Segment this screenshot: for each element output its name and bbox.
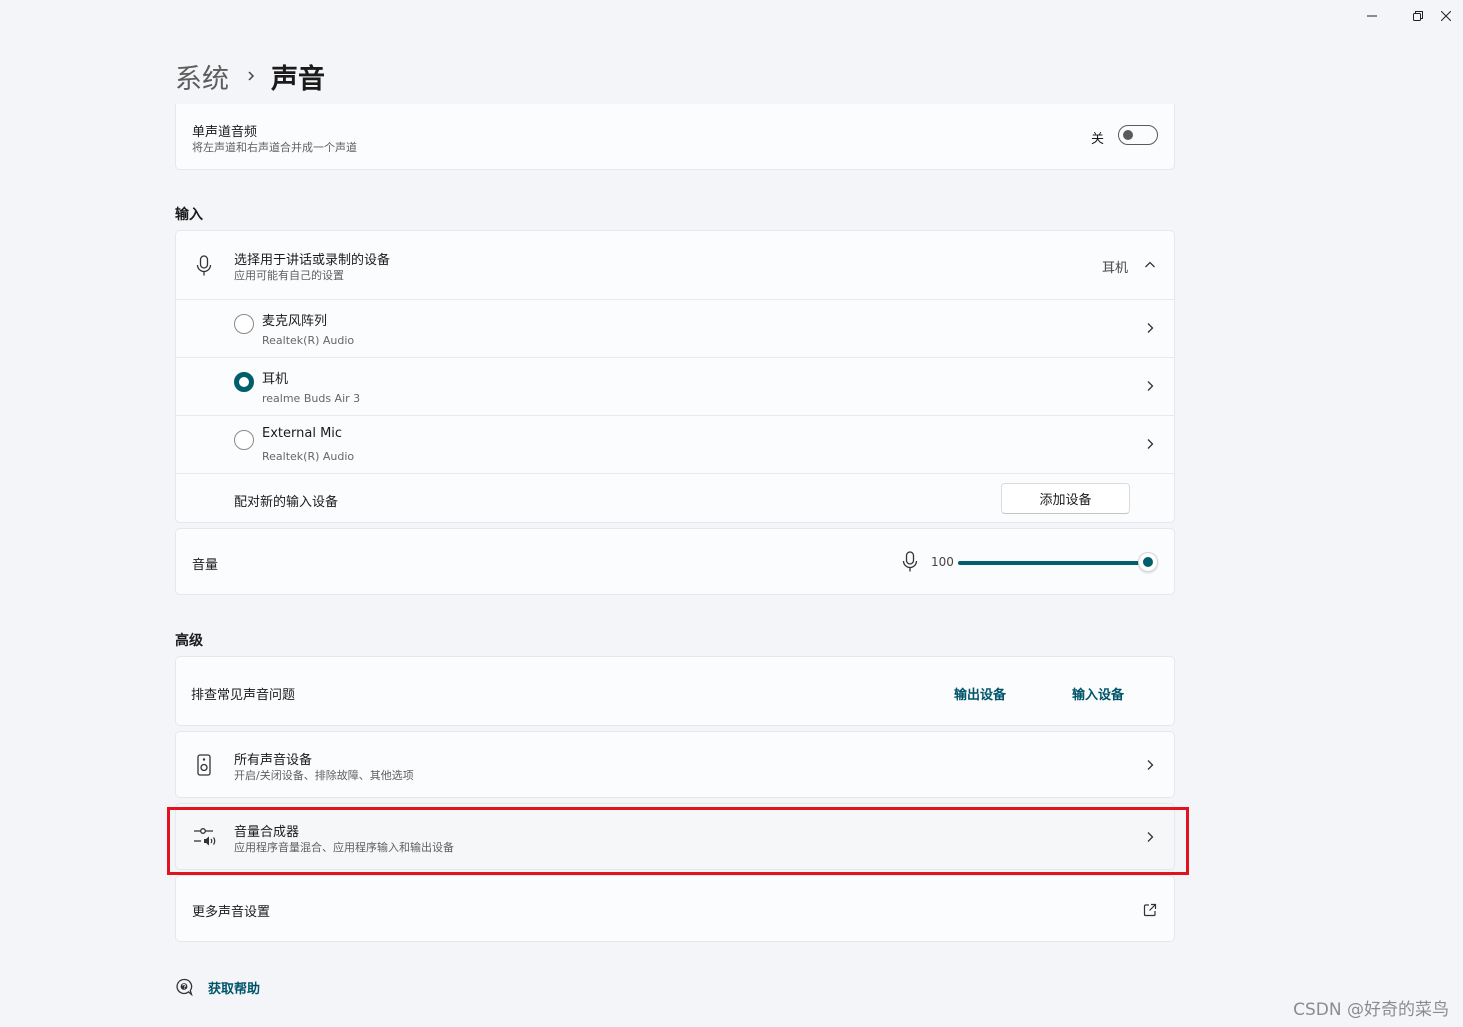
troubleshoot-output-link[interactable]: 输出设备 [954,684,1006,703]
slider-track [958,561,1142,565]
input-device-selected-value: 耳机 [1102,261,1129,276]
get-help-label[interactable]: 获取帮助 [208,978,260,997]
chevron-right-icon [1147,760,1154,770]
mono-audio-card: 单声道音频 将左声道和右声道合并成一个声道 关 [175,104,1175,170]
microphone-icon [196,255,212,281]
device-name: External Mic [262,426,343,441]
mono-audio-title: 单声道音频 [192,125,258,140]
chevron-right-icon [1147,323,1154,333]
mono-audio-toggle[interactable] [1118,125,1158,145]
breadcrumb-parent[interactable]: 系统 [175,57,229,96]
all-sound-devices-card[interactable]: 所有声音设备 开启/关闭设备、排除故障、其他选项 [175,731,1175,798]
restore-button[interactable] [1395,0,1441,32]
close-button[interactable] [1441,0,1463,32]
chevron-right-icon [1147,381,1154,391]
input-volume-card: 音量 100 [175,528,1175,595]
more-sound-settings-card[interactable]: 更多声音设置 [175,875,1175,942]
more-sound-settings-label: 更多声音设置 [192,905,271,920]
input-volume-slider[interactable] [958,551,1158,575]
pair-input-device-label: 配对新的输入设备 [234,495,339,510]
device-name: 耳机 [262,372,289,387]
breadcrumb-separator-icon [246,70,256,82]
chevron-right-icon [1147,439,1154,449]
microphone-icon[interactable] [902,551,918,577]
minimize-button[interactable] [1349,0,1395,32]
speaker-device-icon [197,754,211,780]
input-volume-label: 音量 [192,558,219,573]
input-device-select-subtitle: 应用可能有自己的设置 [234,269,344,282]
chevron-up-icon [1145,261,1155,268]
input-device-option[interactable]: External Mic Realtek(R) Audio [176,416,1174,473]
device-detail: Realtek(R) Audio [262,450,355,463]
input-device-option[interactable]: 耳机 realme Buds Air 3 [176,358,1174,415]
troubleshoot-input-link[interactable]: 输入设备 [1072,684,1124,703]
breadcrumb: 系统 声音 [175,56,325,96]
pair-input-device-row: 配对新的输入设备 添加设备 [176,474,1174,524]
all-sound-devices-title: 所有声音设备 [234,753,313,768]
input-device-select-row[interactable]: 选择用于讲话或录制的设备 应用可能有自己的设置 耳机 [176,231,1174,299]
mono-audio-state: 关 [1091,132,1105,147]
add-device-button[interactable]: 添加设备 [1001,483,1130,514]
page-title: 声音 [271,63,325,95]
minimize-icon [1367,15,1377,17]
slider-thumb[interactable] [1138,552,1158,572]
window-controls [1349,0,1463,32]
device-detail: Realtek(R) Audio [262,334,355,347]
help-icon [175,978,193,1000]
all-sound-devices-subtitle: 开启/关闭设备、排除故障、其他选项 [234,769,414,782]
open-external-icon [1143,902,1157,921]
device-detail: realme Buds Air 3 [262,392,361,405]
device-radio[interactable] [234,372,254,392]
highlight-box [167,807,1189,875]
input-volume-value: 100 [931,555,954,569]
restore-icon [1413,11,1423,21]
advanced-section-label: 高级 [175,633,203,649]
input-device-option[interactable]: 麦克风阵列 Realtek(R) Audio [176,300,1174,357]
close-icon [1441,11,1451,21]
mono-audio-subtitle: 将左声道和右声道合并成一个声道 [192,141,357,154]
device-radio[interactable] [234,314,254,334]
device-radio[interactable] [234,430,254,450]
troubleshoot-card: 排查常见声音问题 输出设备 输入设备 [175,656,1175,726]
troubleshoot-label: 排查常见声音问题 [191,688,296,703]
device-name: 麦克风阵列 [262,314,328,329]
watermark: CSDN @好奇的菜鸟 [1293,1000,1449,1020]
input-device-card: 选择用于讲话或录制的设备 应用可能有自己的设置 耳机 麦克风阵列 Realtek… [175,230,1175,523]
input-section-label: 输入 [175,207,203,223]
input-device-select-title: 选择用于讲话或录制的设备 [234,253,391,268]
